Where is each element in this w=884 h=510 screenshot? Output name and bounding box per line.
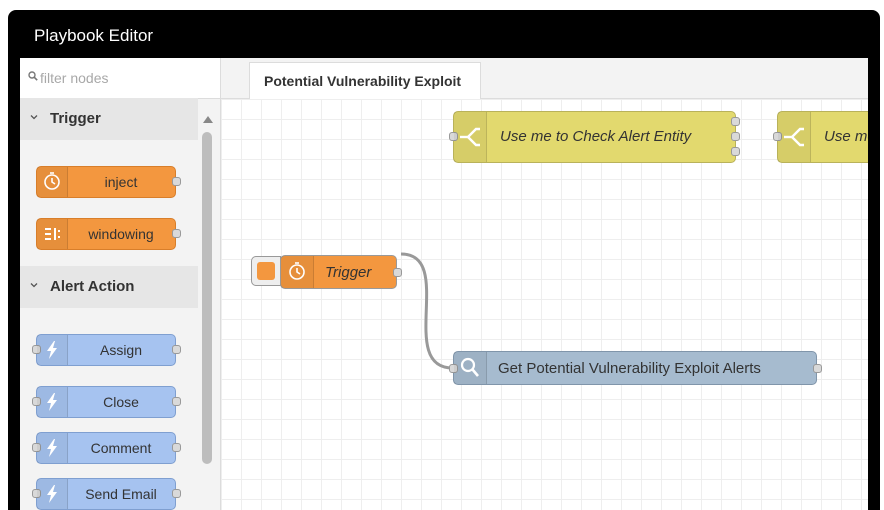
node-label: Get Potential Vulnerability Exploit Aler… bbox=[498, 360, 761, 377]
query-node-get-alerts[interactable]: Get Potential Vulnerability Exploit Aler… bbox=[449, 351, 822, 385]
palette-category-label: Alert Action bbox=[50, 278, 135, 295]
connection-wire bbox=[400, 252, 454, 370]
scroll-thumb[interactable] bbox=[202, 132, 212, 464]
trigger-node[interactable]: Trigger bbox=[280, 255, 402, 289]
tab-potential-vulnerability-exploit[interactable]: Potential Vulnerability Exploit bbox=[249, 62, 481, 99]
output-port[interactable] bbox=[172, 229, 181, 238]
workspace-canvas[interactable]: Use me to Check Alert Entity Use me bbox=[221, 99, 868, 510]
output-port[interactable] bbox=[172, 345, 181, 354]
switch-node-check-alert-entity[interactable]: Use me to Check Alert Entity bbox=[449, 111, 740, 163]
node-label: Use me to Check Alert Entity bbox=[500, 128, 692, 145]
search-icon bbox=[28, 71, 38, 81]
timer-icon bbox=[281, 256, 314, 288]
search-icon bbox=[454, 352, 487, 384]
palette-node-close[interactable]: Close bbox=[32, 386, 181, 418]
lightning-icon bbox=[37, 335, 68, 365]
node-label: Use me bbox=[824, 128, 868, 145]
tab-label: Potential Vulnerability Exploit bbox=[264, 73, 462, 89]
palette-node-label: Close bbox=[103, 394, 139, 410]
output-port[interactable] bbox=[172, 397, 181, 406]
palette-node-assign[interactable]: Assign bbox=[32, 334, 181, 366]
workspace-tab-bar: Potential Vulnerability Exploit bbox=[221, 58, 868, 99]
palette-node-label: Comment bbox=[90, 440, 152, 456]
playbook-editor-window: Playbook Editor Trigger bbox=[8, 10, 880, 510]
output-port[interactable] bbox=[172, 443, 181, 452]
output-port[interactable] bbox=[172, 177, 181, 186]
windowing-icon bbox=[37, 219, 68, 249]
title-bar: Playbook Editor bbox=[8, 10, 880, 58]
switch-icon bbox=[454, 112, 487, 162]
node-label: Trigger bbox=[325, 264, 372, 281]
lightning-icon bbox=[37, 479, 68, 509]
palette-category-alert-action[interactable]: Alert Action bbox=[20, 266, 198, 308]
output-port[interactable] bbox=[393, 268, 402, 277]
chevron-down-icon bbox=[30, 283, 38, 288]
window-title: Playbook Editor bbox=[34, 26, 154, 45]
palette-scrollbar[interactable] bbox=[200, 110, 214, 510]
output-port[interactable] bbox=[731, 147, 740, 156]
inject-button-square bbox=[257, 262, 275, 280]
palette-node-label: Send Email bbox=[85, 486, 157, 502]
output-port[interactable] bbox=[731, 132, 740, 141]
output-port[interactable] bbox=[813, 364, 822, 373]
palette-node-label: inject bbox=[104, 174, 138, 190]
node-palette: Trigger inject bbox=[20, 58, 221, 510]
switch-node-use-me[interactable]: Use me bbox=[773, 111, 868, 163]
palette-node-comment[interactable]: Comment bbox=[32, 432, 181, 464]
palette-category-trigger[interactable]: Trigger bbox=[20, 98, 198, 140]
output-port[interactable] bbox=[731, 117, 740, 126]
palette-category-label: Trigger bbox=[50, 110, 101, 127]
output-port[interactable] bbox=[172, 489, 181, 498]
timer-icon bbox=[37, 167, 68, 197]
scroll-up-arrow-icon[interactable] bbox=[203, 116, 213, 123]
palette-node-label: windowing bbox=[88, 226, 154, 242]
palette-node-inject[interactable]: inject bbox=[36, 166, 181, 198]
palette-node-label: Assign bbox=[99, 342, 143, 358]
editor-body: Trigger inject bbox=[20, 58, 868, 510]
filter-nodes-input[interactable] bbox=[40, 66, 210, 90]
inject-trigger-button[interactable] bbox=[251, 256, 281, 286]
filter-bar bbox=[20, 58, 220, 99]
palette-node-send-email[interactable]: Send Email bbox=[32, 478, 181, 510]
switch-icon bbox=[778, 112, 811, 162]
chevron-down-icon bbox=[30, 115, 38, 120]
lightning-icon bbox=[37, 433, 68, 463]
lightning-icon bbox=[37, 387, 68, 417]
palette-node-windowing[interactable]: windowing bbox=[36, 218, 181, 250]
